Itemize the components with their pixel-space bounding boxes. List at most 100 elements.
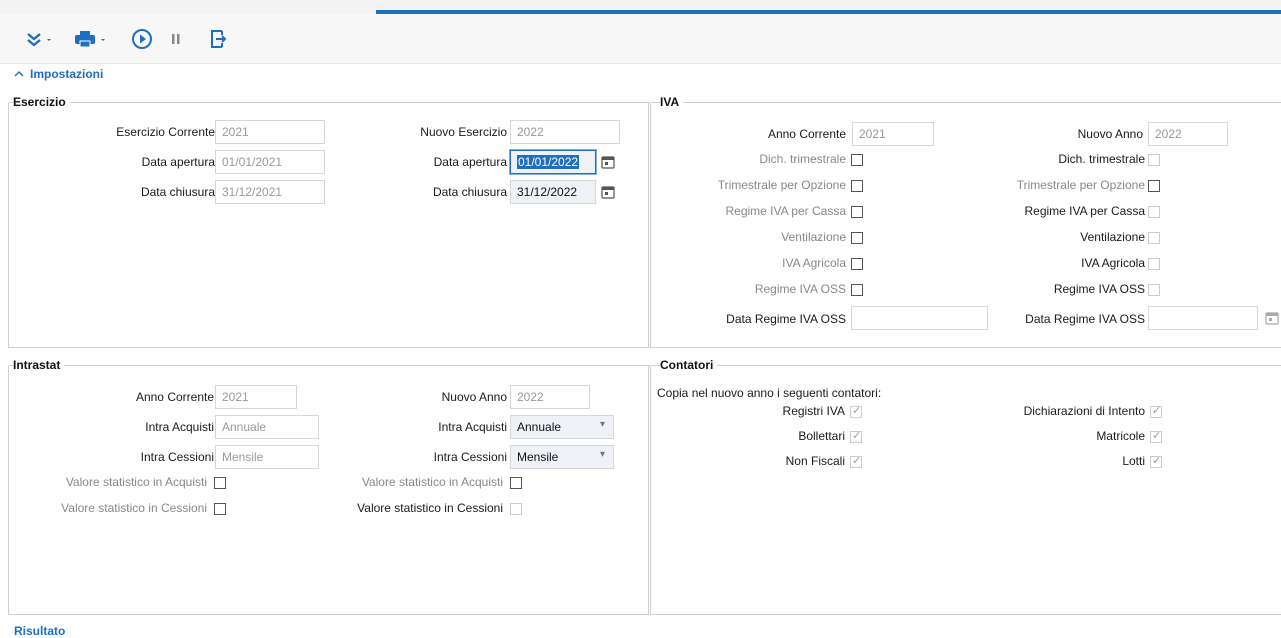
- legend-contatori: Contatori: [660, 358, 718, 372]
- label-registri-iva: Registri IVA: [782, 404, 845, 418]
- lotti-checkbox[interactable]: ✓: [1150, 455, 1162, 468]
- chevron-up-icon: [14, 71, 24, 77]
- play-icon: [132, 29, 152, 49]
- label-nuovo-data-chiusura: Data chiusura: [432, 185, 507, 199]
- label-dichiarazioni-intento: Dichiarazioni di Intento: [1023, 404, 1145, 418]
- contatori-intro: Copia nel nuovo anno i seguenti contator…: [657, 386, 882, 400]
- new-trimestrale-opzione-checkbox[interactable]: [1148, 180, 1160, 192]
- iva-anno-corrente-field[interactable]: 2021: [852, 122, 934, 146]
- legend-iva: IVA: [660, 95, 684, 109]
- iva-trimestrale-opzione-checkbox[interactable]: [851, 180, 863, 192]
- new-intra-acquisti-select[interactable]: Annuale ▾: [510, 415, 614, 439]
- registri-iva-checkbox[interactable]: ✓: [850, 405, 862, 418]
- label-intra-acquisti: Intra Acquisti: [145, 420, 214, 434]
- esercizio-corrente-field[interactable]: 2021: [215, 120, 325, 144]
- window-top-strip: [0, 0, 1281, 14]
- result-section-title[interactable]: Risultato: [14, 624, 65, 638]
- iva-oss-checkbox[interactable]: [851, 284, 863, 296]
- new-intra-cessioni-select[interactable]: Mensile ▾: [510, 445, 614, 469]
- nuovo-esercizio-field[interactable]: 2022: [510, 120, 620, 144]
- bollettari-checkbox[interactable]: ✓: [850, 430, 862, 443]
- checkmark-icon: ✓: [1152, 430, 1162, 442]
- print-icon: [75, 31, 95, 48]
- label-new-valore-cessioni: Valore statistico in Cessioni: [357, 501, 503, 515]
- pause-icon: [172, 34, 180, 44]
- label-agricola: IVA Agricola: [782, 256, 846, 270]
- new-ventilazione-checkbox[interactable]: [1148, 232, 1160, 244]
- expand-all-button[interactable]: [26, 26, 54, 52]
- label-new-dich-trimestrale: Dich. trimestrale: [1058, 152, 1145, 166]
- nuovo-data-chiusura-field[interactable]: 31/12/2022: [510, 180, 596, 204]
- legend-intrastat: Intrastat: [13, 358, 65, 372]
- label-anno-corrente: Anno Corrente: [767, 127, 846, 141]
- iva-ventilazione-checkbox[interactable]: [851, 232, 863, 244]
- intra-nuovo-anno-field[interactable]: 2022: [510, 385, 590, 409]
- label-valore-cessioni: Valore statistico in Cessioni: [61, 501, 207, 515]
- label-data-chiusura: Data chiusura: [140, 185, 215, 199]
- label-new-ventilazione: Ventilazione: [1080, 230, 1145, 244]
- label-valore-acquisti: Valore statistico in Acquisti: [65, 475, 207, 489]
- label-oss: Regime IVA OSS: [754, 282, 846, 296]
- label-nuovo-anno: Nuovo Anno: [1077, 127, 1143, 141]
- panel-iva: IVA Anno Corrente 2021 Nuovo Anno 2022 D…: [650, 95, 1281, 348]
- print-button[interactable]: [74, 26, 108, 52]
- intra-anno-corrente-field[interactable]: 2021: [215, 385, 297, 409]
- label-data-apertura: Data apertura: [141, 155, 215, 169]
- label-bollettari: Bollettari: [798, 429, 845, 443]
- calendar-icon[interactable]: [601, 155, 615, 169]
- valore-acquisti-checkbox[interactable]: [214, 477, 226, 489]
- intra-acquisti-field[interactable]: Annuale: [215, 415, 319, 439]
- iva-data-oss-field[interactable]: [851, 306, 988, 330]
- section-title: Impostazioni: [30, 67, 104, 81]
- valore-cessioni-checkbox[interactable]: [214, 503, 226, 515]
- label-data-oss: Data Regime IVA OSS: [726, 312, 846, 326]
- label-new-agricola: IVA Agricola: [1081, 256, 1145, 270]
- calendar-icon[interactable]: [601, 185, 615, 199]
- label-nuovo-data-apertura: Data apertura: [433, 155, 507, 169]
- label-matricole: Matricole: [1096, 429, 1145, 443]
- label-new-intra-cessioni: Intra Cessioni: [433, 450, 507, 464]
- data-chiusura-field[interactable]: 31/12/2021: [215, 180, 325, 204]
- calendar-icon[interactable]: [1265, 311, 1279, 325]
- new-dich-trimestrale-checkbox[interactable]: [1148, 154, 1160, 166]
- label-new-intra-acquisti: Intra Acquisti: [438, 420, 507, 434]
- label-non-fiscali: Non Fiscali: [785, 454, 845, 468]
- dichiarazioni-intento-checkbox[interactable]: ✓: [1150, 405, 1162, 418]
- new-data-oss-field[interactable]: [1148, 306, 1258, 330]
- iva-dich-trimestrale-checkbox[interactable]: [851, 154, 863, 166]
- checkmark-icon: ✓: [1152, 455, 1162, 467]
- data-apertura-field[interactable]: 01/01/2021: [215, 150, 325, 174]
- label-ventilazione: Ventilazione: [781, 230, 846, 244]
- exit-button[interactable]: [209, 26, 227, 52]
- chevron-down-icon: [101, 39, 105, 41]
- label-regime-cassa: Regime IVA per Cassa: [725, 204, 847, 218]
- pause-button[interactable]: [170, 26, 182, 52]
- play-button[interactable]: [131, 26, 153, 52]
- label-esercizio-corrente: Esercizio Corrente: [116, 125, 215, 139]
- matricole-checkbox[interactable]: ✓: [1150, 430, 1162, 443]
- new-agricola-checkbox[interactable]: [1148, 258, 1160, 270]
- label-trimestrale-opzione: Trimestrale per Opzione: [717, 178, 846, 192]
- label-lotti: Lotti: [1122, 454, 1145, 468]
- panel-esercizio: Esercizio Esercizio Corrente 2021 Data a…: [8, 95, 650, 348]
- new-oss-checkbox[interactable]: [1148, 284, 1160, 296]
- panel-intrastat: Intrastat Anno Corrente 2021 Nuovo Anno …: [8, 358, 650, 615]
- chevron-down-icon: [47, 39, 51, 41]
- expand-all-icon: [27, 33, 41, 47]
- section-header-impostazioni[interactable]: Impostazioni: [14, 67, 103, 81]
- label-new-oss: Regime IVA OSS: [1053, 282, 1145, 296]
- new-regime-cassa-checkbox[interactable]: [1148, 206, 1160, 218]
- checkmark-icon: ✓: [852, 405, 862, 417]
- non-fiscali-checkbox[interactable]: ✓: [850, 455, 862, 468]
- label-new-data-oss: Data Regime IVA OSS: [1025, 312, 1145, 326]
- nuovo-data-apertura-field[interactable]: 01/01/2022: [510, 150, 596, 174]
- iva-regime-cassa-checkbox[interactable]: [851, 206, 863, 218]
- checkmark-icon: ✓: [852, 430, 862, 442]
- iva-nuovo-anno-field[interactable]: 2022: [1148, 122, 1228, 146]
- new-valore-cessioni-checkbox[interactable]: [510, 503, 522, 515]
- iva-agricola-checkbox[interactable]: [851, 258, 863, 270]
- label-intra-cessioni: Intra Cessioni: [140, 450, 214, 464]
- new-valore-acquisti-checkbox[interactable]: [510, 477, 522, 489]
- label-dich-trimestrale: Dich. trimestrale: [759, 152, 846, 166]
- intra-cessioni-field[interactable]: Mensile: [215, 445, 319, 469]
